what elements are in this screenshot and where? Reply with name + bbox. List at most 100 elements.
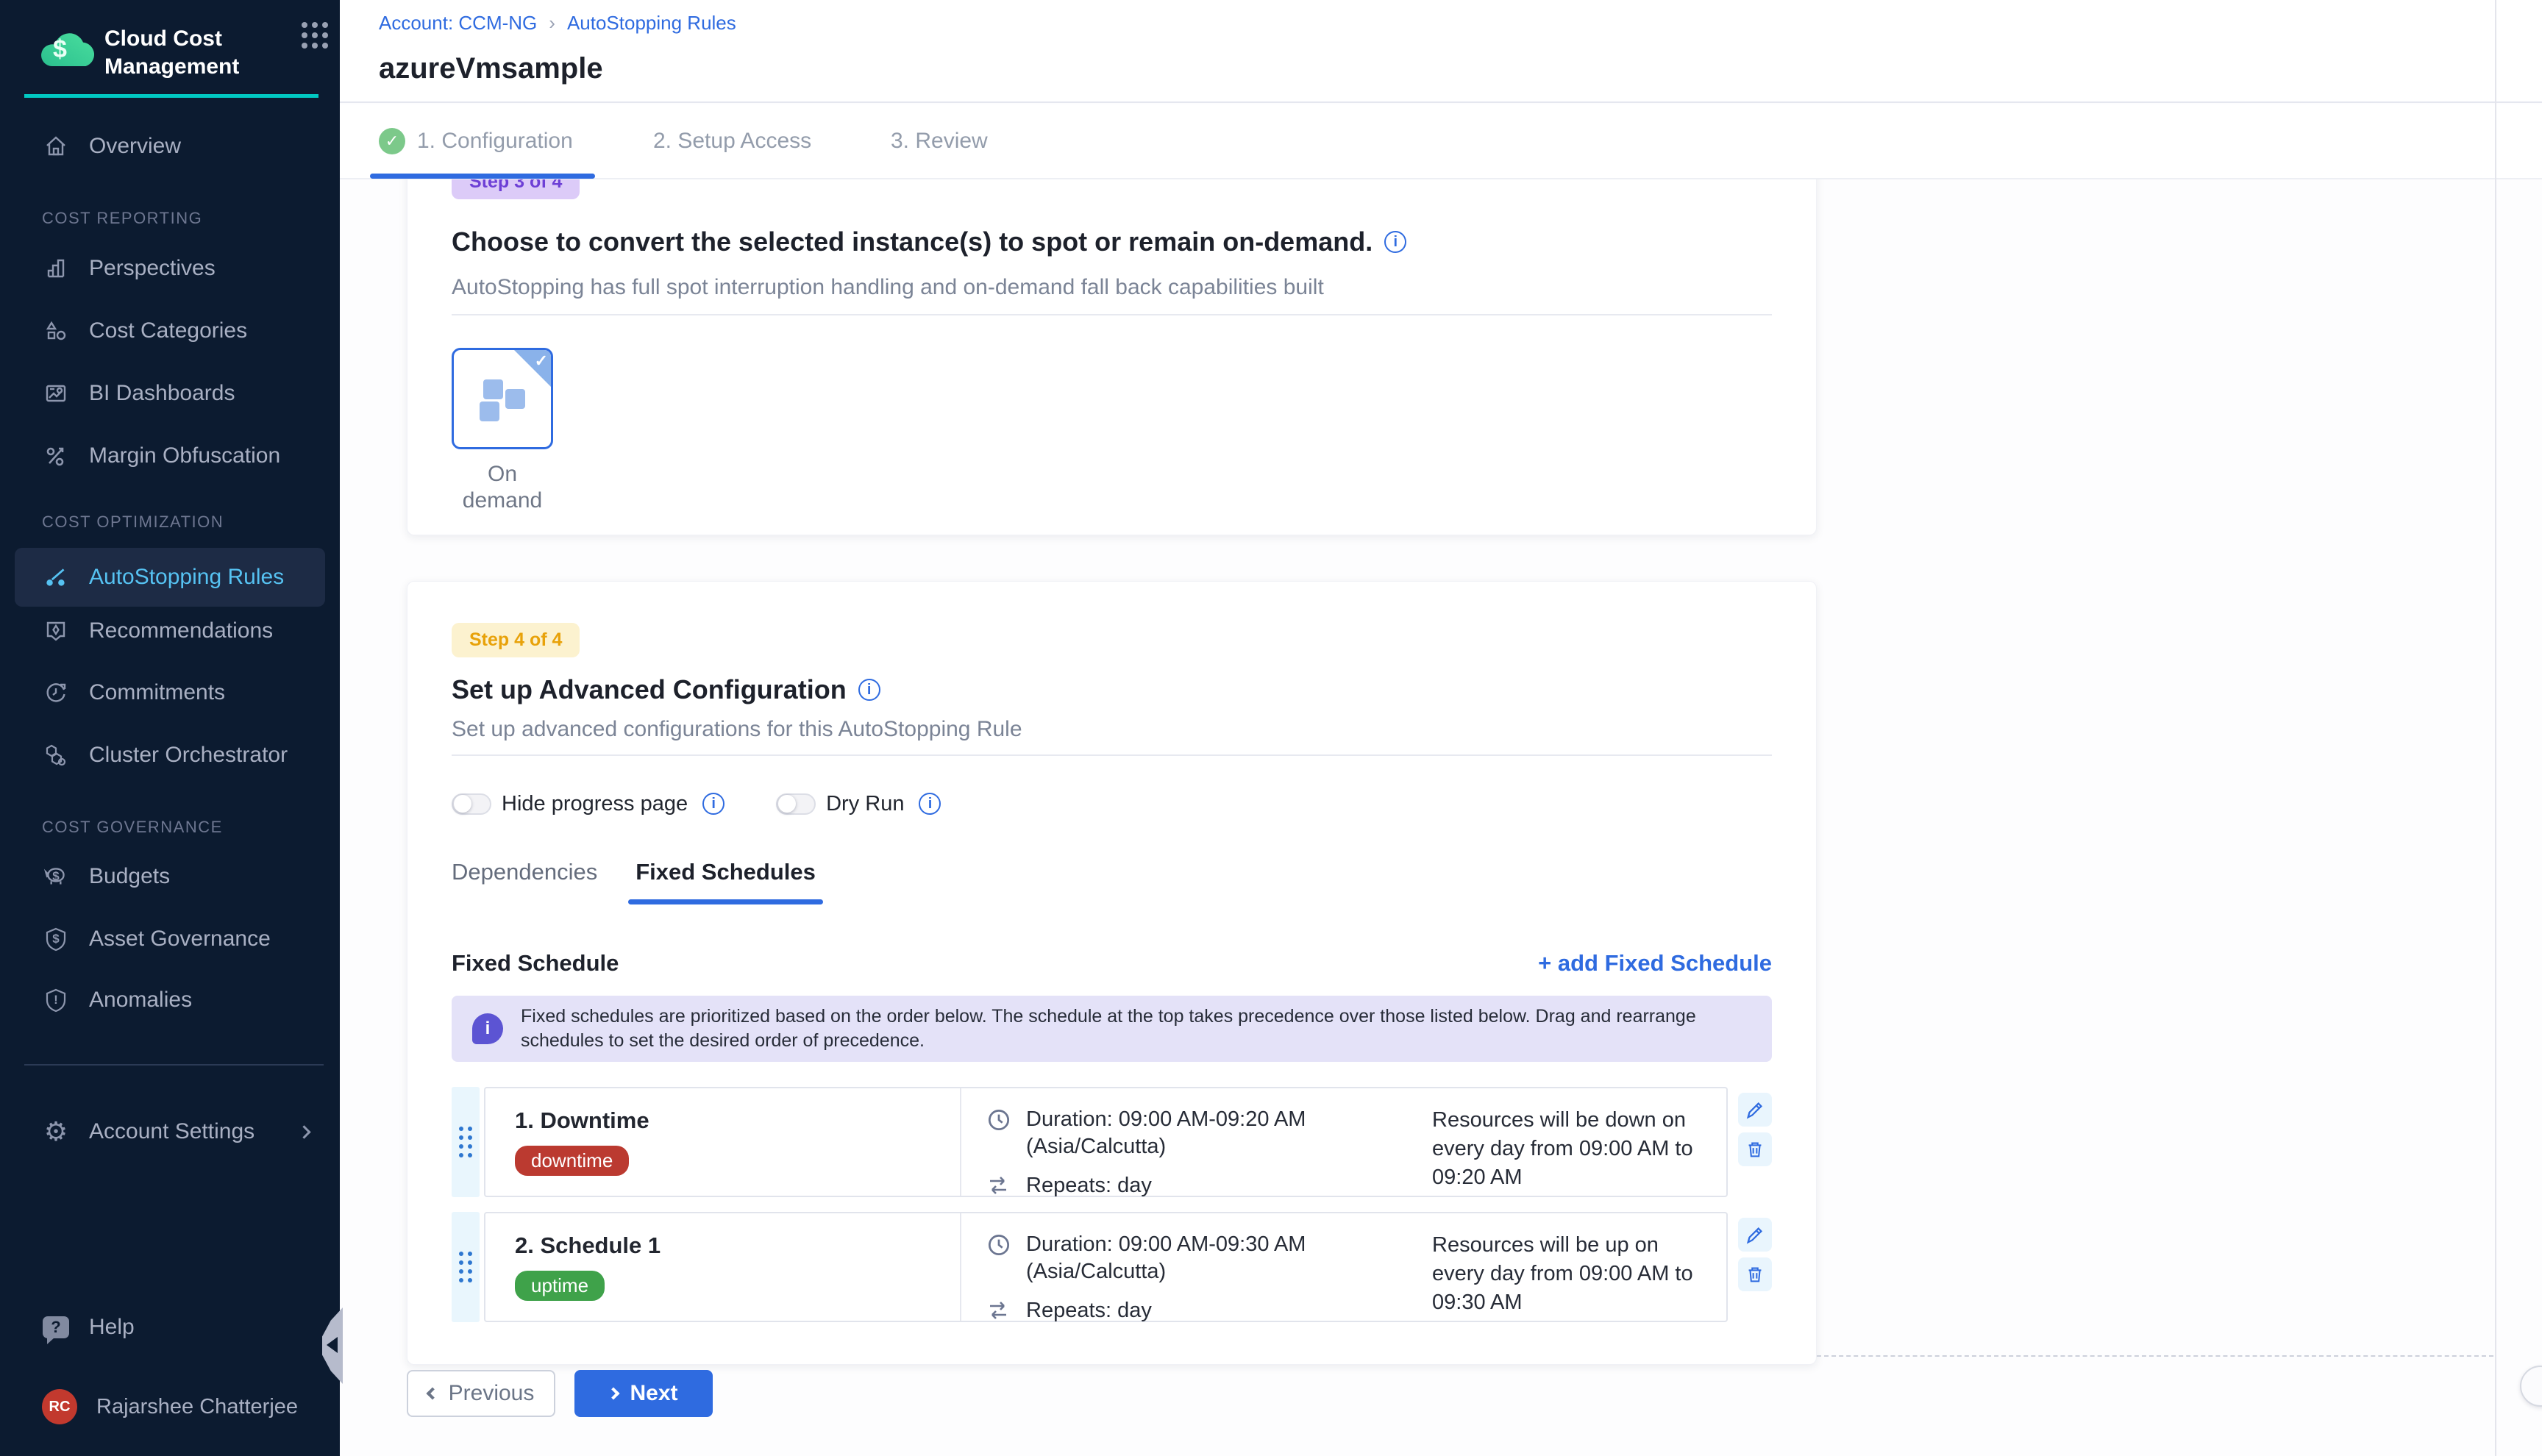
wizard-step-setup-access[interactable]: 2. Setup Access: [653, 104, 811, 178]
sidebar-group-cost-optimization: COST OPTIMIZATION: [42, 513, 224, 532]
breadcrumb-account-link[interactable]: Account: CCM-NG: [379, 12, 537, 35]
card-subheading: Set up advanced configurations for this …: [452, 716, 1772, 743]
schedule-row-card: 2. Schedule 1 uptime: [484, 1212, 1728, 1322]
schedule-title: 1. Downtime: [515, 1107, 960, 1134]
drag-handle[interactable]: [452, 1087, 480, 1197]
schedule-timing-column: Duration: 09:00 AM-09:30 AM (Asia/Calcut…: [960, 1213, 1431, 1321]
sidebar-item-anomalies[interactable]: ! Anomalies: [0, 974, 340, 1026]
sidebar-item-autostopping-rules[interactable]: AutoStopping Rules: [15, 548, 325, 607]
step-badge: Step 3 of 4: [452, 179, 580, 199]
schedule-description: Resources will be down on every day from…: [1432, 1106, 1709, 1192]
clock-icon: [985, 1106, 1013, 1134]
sidebar-item-budgets[interactable]: $ Budgets: [0, 851, 340, 902]
sidebar-item-help[interactable]: Help: [0, 1302, 340, 1353]
wizard-step-configuration[interactable]: 1. Configuration: [379, 104, 573, 178]
card-heading-row: Set up Advanced Configuration: [452, 674, 1772, 706]
exclamation-glyph: !: [42, 986, 70, 1014]
edit-schedule-button[interactable]: [1738, 1093, 1772, 1127]
sidebar-item-bi-dashboards[interactable]: BI Dashboards: [0, 368, 340, 419]
previous-label: Previous: [449, 1381, 535, 1406]
repeats-text: Repeats: day: [1026, 1172, 1152, 1200]
sidebar-item-label: Commitments: [89, 680, 225, 705]
page-title: azureVmsample: [379, 51, 603, 85]
bar-chart-icon: [42, 254, 70, 282]
wizard-step-label: 3. Review: [891, 129, 988, 154]
duration-line: Duration: 09:00 AM-09:20 AM (Asia/Calcut…: [985, 1106, 1431, 1160]
drag-handle[interactable]: [452, 1212, 480, 1322]
active-step-underline: [370, 174, 595, 179]
square-glyph: [483, 379, 503, 399]
schedule-name-column: 2. Schedule 1 uptime: [485, 1213, 960, 1321]
repeats-line: Repeats: day: [985, 1297, 1431, 1325]
drop-zone-dashed-line: [1817, 1355, 2493, 1357]
app-switcher-grid-icon[interactable]: [302, 22, 307, 28]
downtime-badge: downtime: [515, 1146, 629, 1176]
sidebar-item-label: BI Dashboards: [89, 381, 235, 406]
on-demand-tile[interactable]: [452, 348, 553, 449]
info-icon[interactable]: [1384, 231, 1406, 253]
sidebar-item-asset-governance[interactable]: $ Asset Governance: [0, 913, 340, 965]
sidebar-item-label: Budgets: [89, 864, 170, 889]
previous-button[interactable]: Previous: [407, 1370, 555, 1417]
sidebar-item-label: Cluster Orchestrator: [89, 743, 288, 768]
square-glyph: [480, 402, 499, 421]
hide-progress-toggle[interactable]: [452, 793, 491, 815]
home-icon: [42, 132, 70, 160]
advanced-config-card: Step 4 of 4 Set up Advanced Configuratio…: [407, 581, 1817, 1365]
selected-check-icon: [535, 351, 548, 371]
info-icon[interactable]: [919, 793, 941, 815]
add-fixed-schedule-button[interactable]: + add Fixed Schedule: [1538, 950, 1772, 977]
autostopping-gauge-icon: [42, 563, 70, 591]
sidebar-item-label: AutoStopping Rules: [89, 565, 284, 590]
product-title: Cloud Cost Management: [104, 25, 239, 81]
row-actions: [1738, 1087, 1772, 1197]
sidebar-item-cluster-orchestrator[interactable]: Cluster Orchestrator: [0, 729, 340, 781]
wizard-step-label: 1. Configuration: [417, 129, 573, 154]
sidebar-item-cost-categories[interactable]: Cost Categories: [0, 305, 340, 357]
product-logo-row: $ Cloud Cost Management: [37, 25, 318, 81]
collapse-arrow-icon: [327, 1337, 338, 1353]
delete-schedule-button[interactable]: [1738, 1257, 1772, 1291]
repeat-icon: [985, 1172, 1013, 1200]
toggle-label: Hide progress page: [502, 792, 688, 816]
schedule-row-uptime: 2. Schedule 1 uptime: [452, 1212, 1772, 1322]
commitments-clock-icon: [42, 679, 70, 707]
info-icon[interactable]: [858, 679, 880, 701]
dry-run-toggle[interactable]: [776, 793, 816, 815]
sidebar-item-commitments[interactable]: Commitments: [0, 667, 340, 718]
sidebar-item-label: Asset Governance: [89, 927, 271, 952]
tab-fixed-schedules[interactable]: Fixed Schedules: [636, 859, 816, 885]
repeat-icon: [985, 1297, 1013, 1325]
delete-schedule-button[interactable]: [1738, 1132, 1772, 1166]
help-bubble-icon: [42, 1313, 70, 1341]
info-icon[interactable]: [702, 793, 724, 815]
chevron-right-icon: [608, 1388, 620, 1400]
breadcrumb-page-link[interactable]: AutoStopping Rules: [567, 12, 736, 35]
tab-dependencies[interactable]: Dependencies: [452, 859, 597, 885]
schedule-description-column: Resources will be up on every day from 0…: [1431, 1213, 1726, 1321]
wizard-step-label: 2. Setup Access: [653, 129, 811, 154]
edit-schedule-button[interactable]: [1738, 1218, 1772, 1252]
breadcrumb: Account: CCM-NG › AutoStopping Rules: [379, 12, 736, 35]
wizard-footer: Previous Next: [407, 1370, 713, 1417]
card-heading: Choose to convert the selected instance(…: [452, 226, 1373, 258]
sidebar-item-overview[interactable]: Overview: [0, 121, 340, 172]
repeats-line: Repeats: day: [985, 1172, 1431, 1200]
spot-choice-card: Step 3 of 4 Choose to convert the select…: [407, 179, 1817, 535]
sidebar-item-label: Recommendations: [89, 618, 273, 643]
wizard-step-review[interactable]: 3. Review: [891, 104, 988, 178]
info-bubble-icon: [472, 1013, 503, 1044]
sidebar-item-account-settings[interactable]: ⚙ Account Settings: [0, 1106, 340, 1157]
sidebar-item-label: Margin Obfuscation: [89, 443, 280, 468]
sidebar-item-margin-obfuscation[interactable]: Margin Obfuscation: [0, 430, 340, 482]
sidebar-item-label: Perspectives: [89, 256, 216, 281]
schedule-list: 1. Downtime downtime: [452, 1087, 1772, 1322]
duration-text: Duration: 09:00 AM-09:20 AM (Asia/Calcut…: [1026, 1106, 1401, 1160]
user-profile[interactable]: RC Rajarshee Chatterjee: [0, 1381, 340, 1432]
next-button[interactable]: Next: [574, 1370, 713, 1417]
sidebar-item-perspectives[interactable]: Perspectives: [0, 243, 340, 294]
schedule-name-column: 1. Downtime downtime: [485, 1088, 960, 1196]
scrollbar-track[interactable]: [2495, 0, 2496, 1456]
on-demand-label: On demand: [452, 461, 553, 514]
sidebar-item-recommendations[interactable]: Recommendations: [0, 605, 340, 657]
